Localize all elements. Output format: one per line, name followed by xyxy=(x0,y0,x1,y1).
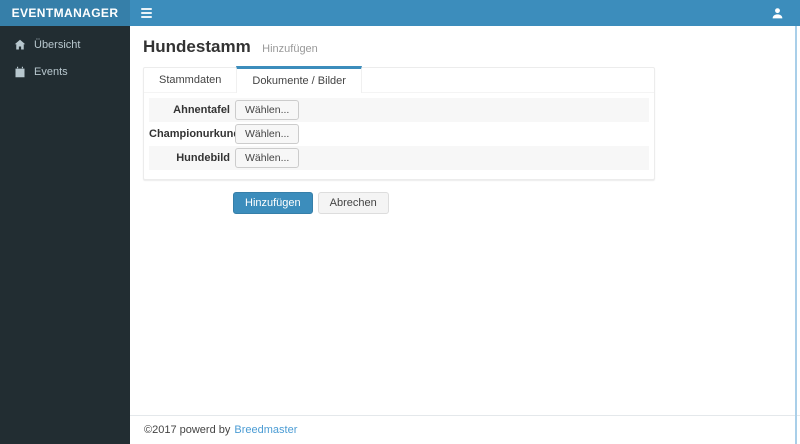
submit-button[interactable]: Hinzufügen xyxy=(233,192,313,214)
main-content: Hundestamm Hinzufügen Stammdaten Dokumen… xyxy=(130,26,800,415)
breedmaster-link[interactable]: Breedmaster xyxy=(234,424,297,436)
form-row-championurkunde: Championurkunde Wählen... xyxy=(149,122,649,146)
file-choose-button-hundebild[interactable]: Wählen... xyxy=(235,148,300,168)
calendar-icon xyxy=(13,65,26,78)
cancel-button[interactable]: Abrechen xyxy=(317,192,389,214)
tab-content: Ahnentafel Wählen... Championurkunde Wäh… xyxy=(144,93,654,179)
field-label-hundebild: Hundebild xyxy=(176,152,230,164)
sidebar-item-uebersicht[interactable]: Übersicht xyxy=(0,31,130,58)
form-actions: Hinzufügen Abrechen xyxy=(233,192,787,214)
tab-panel: Stammdaten Dokumente / Bilder Ahnentafel… xyxy=(143,66,655,180)
tab-stammdaten[interactable]: Stammdaten xyxy=(144,68,236,92)
field-label-championurkunde: Championurkunde xyxy=(149,128,247,140)
hamburger-menu-icon xyxy=(140,8,152,18)
sidebar-item-events[interactable]: Events xyxy=(0,58,130,85)
sidebar-item-label: Events xyxy=(34,65,68,78)
file-choose-button-ahnentafel[interactable]: Wählen... xyxy=(235,100,300,120)
form-row-ahnentafel: Ahnentafel Wählen... xyxy=(149,98,649,122)
viewport-right-edge-line xyxy=(795,26,797,444)
tab-bar: Stammdaten Dokumente / Bilder xyxy=(144,66,654,93)
tab-dokumente-bilder[interactable]: Dokumente / Bilder xyxy=(236,66,362,93)
user-menu-button[interactable] xyxy=(762,0,792,26)
top-navbar: EVENTMANAGER xyxy=(0,0,800,26)
user-icon xyxy=(771,7,784,20)
file-choose-button-championurkunde[interactable]: Wählen... xyxy=(235,124,300,144)
form-row-hundebild: Hundebild Wählen... xyxy=(149,146,649,170)
footer-copyright-text: ©2017 powerd by xyxy=(144,424,231,436)
sidebar-toggle-button[interactable] xyxy=(130,0,162,26)
page-title: Hundestamm xyxy=(143,37,251,56)
app-window: EVENTMANAGER Übersicht Events Hundestamm… xyxy=(0,0,800,444)
home-icon xyxy=(13,38,26,51)
page-header: Hundestamm Hinzufügen xyxy=(143,37,787,57)
navbar xyxy=(130,0,800,26)
sidebar-item-label: Übersicht xyxy=(34,38,81,51)
brand-logo[interactable]: EVENTMANAGER xyxy=(0,0,130,26)
field-label-ahnentafel: Ahnentafel xyxy=(173,104,230,116)
page-subtitle: Hinzufügen xyxy=(262,43,318,55)
page-footer: ©2017 powerd by Breedmaster xyxy=(130,415,800,444)
sidebar: Übersicht Events xyxy=(0,26,130,444)
